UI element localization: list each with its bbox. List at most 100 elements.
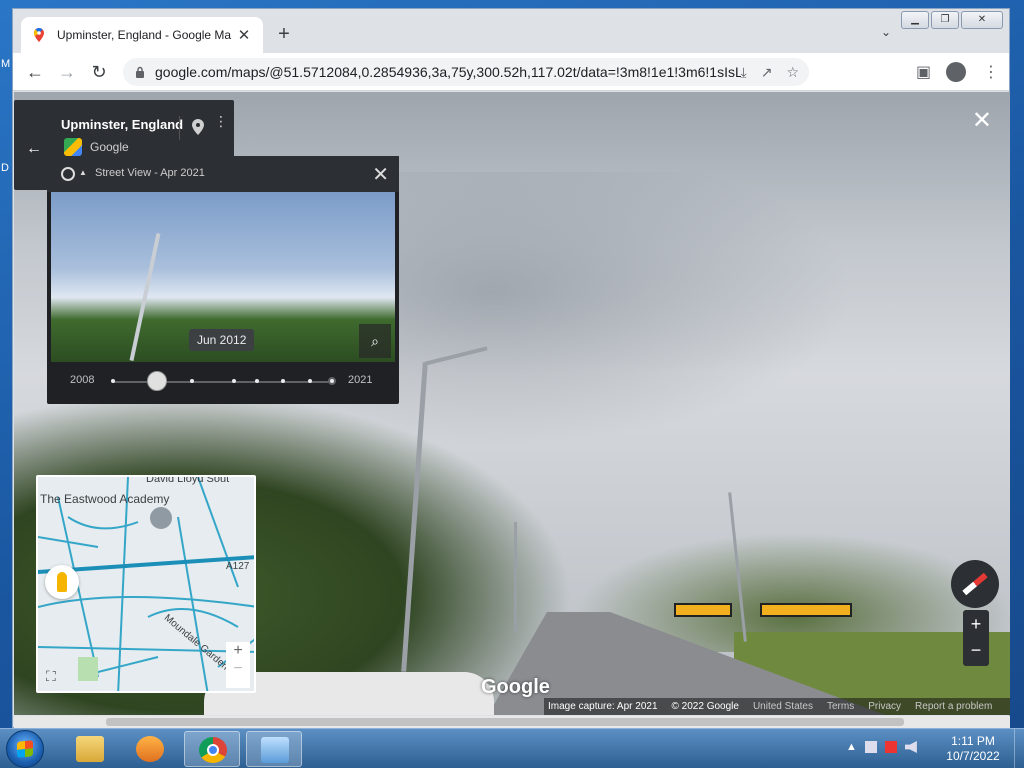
tab-search-icon[interactable]: ⌄: [881, 25, 891, 39]
compass-icon[interactable]: [951, 560, 999, 608]
forward-button[interactable]: →: [55, 61, 79, 83]
slider-tick[interactable]: [255, 379, 259, 383]
windows-logo-icon: [17, 740, 33, 758]
end-year-label: 2021: [348, 374, 373, 386]
omnibox-actions: ⤓ ↗ ☆: [741, 64, 810, 81]
map-footer: Image capture: Apr 2021 © 2022 Google Un…: [544, 698, 1010, 715]
mini-map-zoom: + −: [226, 642, 250, 688]
mini-map-zoom-out-button[interactable]: −: [226, 660, 250, 678]
street-view-panorama[interactable]: ✕ ← Upminster, England ⋮ Google ▲ Street…: [14, 92, 1010, 715]
privacy-link[interactable]: Privacy: [868, 701, 901, 712]
network-icon[interactable]: [864, 741, 877, 753]
browser-menu-icon[interactable]: ⋮: [983, 62, 999, 82]
image-source: Google: [90, 140, 129, 154]
tab-close-icon[interactable]: ✕: [235, 26, 253, 44]
year-slider-thumb[interactable]: [146, 371, 167, 391]
slider-tick[interactable]: [308, 379, 312, 383]
history-clock-icon[interactable]: [61, 167, 75, 181]
expand-map-icon[interactable]: ⛶: [46, 668, 56, 685]
minimize-button[interactable]: ▁: [901, 11, 929, 29]
mini-map-zoom-in-button[interactable]: +: [226, 642, 250, 660]
clock-date: 10/7/2022: [946, 749, 1000, 763]
chrome-icon-center: [207, 744, 219, 756]
horizontal-scrollbar[interactable]: [14, 716, 1010, 728]
close-time-travel-icon[interactable]: ✕: [372, 162, 389, 187]
show-desktop-button[interactable]: [1014, 729, 1024, 768]
system-tray: ▲: [846, 741, 917, 753]
zoom-out-button[interactable]: −: [963, 638, 989, 666]
taskbar-explorer[interactable]: [62, 731, 118, 767]
taskbar-media-player[interactable]: [122, 731, 178, 767]
profile-avatar-icon[interactable]: [946, 62, 966, 82]
side-panel-icon[interactable]: ▣: [916, 62, 931, 82]
tab-strip: Upminster, England - Google Ma ✕ + ⌄ ▁ ❐…: [13, 9, 1009, 53]
new-tab-button[interactable]: +: [271, 22, 297, 46]
slider-tick[interactable]: [232, 379, 236, 383]
volume-icon[interactable]: [904, 741, 917, 753]
more-options-icon[interactable]: ⋮: [214, 114, 228, 128]
divider: [179, 116, 180, 140]
school-icon: [150, 507, 172, 529]
chrome-icon: [199, 737, 227, 763]
start-button[interactable]: [6, 730, 44, 768]
close-street-view-icon[interactable]: ✕: [972, 106, 992, 135]
close-window-button[interactable]: ✕: [961, 11, 1003, 29]
address-bar[interactable]: google.com/maps/@51.5712084,0.2854936,3a…: [123, 58, 809, 86]
location-pin-icon[interactable]: [192, 119, 204, 135]
back-arrow-icon[interactable]: ←: [26, 140, 42, 158]
desktop-icon-fragment: D: [1, 162, 9, 174]
restore-button[interactable]: ❐: [931, 11, 959, 29]
lock-icon: [136, 66, 144, 78]
start-year-label: 2008: [70, 374, 95, 386]
year-slider-track[interactable]: [113, 381, 331, 383]
selected-date-tooltip: Jun 2012: [189, 329, 255, 351]
browser-toolbar: ← → ↻ google.com/maps/@51.5712084,0.2854…: [13, 53, 1009, 91]
mini-map-label: The Eastwood Academy: [40, 492, 170, 506]
slider-tick[interactable]: [190, 379, 194, 383]
copyright-text: © 2022 Google: [671, 701, 739, 712]
url-text[interactable]: google.com/maps/@51.5712084,0.2854936,3a…: [155, 64, 741, 80]
action-center-icon[interactable]: [884, 741, 897, 753]
tab-title: Upminster, England - Google Ma: [57, 28, 232, 42]
slider-tick[interactable]: [281, 379, 285, 383]
report-problem-link[interactable]: Report a problem: [915, 701, 992, 712]
slider-tick[interactable]: [328, 377, 336, 385]
time-travel-title: Street View - Apr 2021: [95, 167, 205, 179]
zoom-preview-icon[interactable]: ⌕: [359, 324, 391, 358]
compass-needle: [962, 572, 988, 596]
chevron-sign: [760, 603, 852, 617]
window-controls: ▁ ❐ ✕: [901, 11, 1003, 29]
zoom-in-button[interactable]: +: [963, 610, 989, 638]
zoom-control: + −: [963, 610, 989, 666]
road-label: A127: [226, 561, 250, 572]
tab-google-maps[interactable]: Upminster, England - Google Ma ✕: [21, 17, 263, 53]
pegman-figure: [57, 572, 67, 592]
preview-lamp: [129, 233, 161, 361]
system-clock[interactable]: 1:11 PM 10/7/2022: [940, 734, 1006, 764]
pegman-icon[interactable]: [45, 565, 79, 599]
time-travel-header: ▲ Street View - Apr 2021 ✕: [47, 156, 399, 192]
media-player-icon: [136, 736, 164, 762]
install-icon[interactable]: ⤓: [741, 64, 747, 81]
back-button[interactable]: ←: [23, 61, 47, 83]
time-travel-panel: ▲ Street View - Apr 2021 ✕ ⌕ Jun 2012 20…: [47, 156, 399, 404]
folder-icon: [76, 736, 104, 762]
slider-tick[interactable]: [111, 379, 115, 383]
clock-time: 1:11 PM: [951, 734, 995, 748]
reload-button[interactable]: ↻: [87, 61, 111, 83]
show-hidden-icons-icon[interactable]: ▲: [846, 741, 857, 753]
collapse-caret-icon[interactable]: ▲: [79, 168, 87, 177]
share-icon[interactable]: ↗: [761, 64, 773, 81]
google-maps-favicon-icon: [34, 28, 44, 42]
taskbar-chrome[interactable]: [184, 731, 240, 767]
terms-link[interactable]: Terms: [827, 701, 854, 712]
region-link[interactable]: United States: [753, 701, 813, 712]
control-panel-icon: [261, 737, 289, 763]
mini-map[interactable]: David Lloyd Sout The Eastwood Academy A1…: [36, 475, 256, 693]
taskbar-control-panel[interactable]: [246, 731, 302, 767]
scrollbar-thumb[interactable]: [106, 718, 904, 726]
bookmark-star-icon[interactable]: ☆: [786, 64, 799, 81]
image-capture-date: Image capture: Apr 2021: [548, 701, 658, 712]
browser-window: Upminster, England - Google Ma ✕ + ⌄ ▁ ❐…: [12, 8, 1010, 728]
desktop-icon-fragment: M: [1, 58, 11, 70]
